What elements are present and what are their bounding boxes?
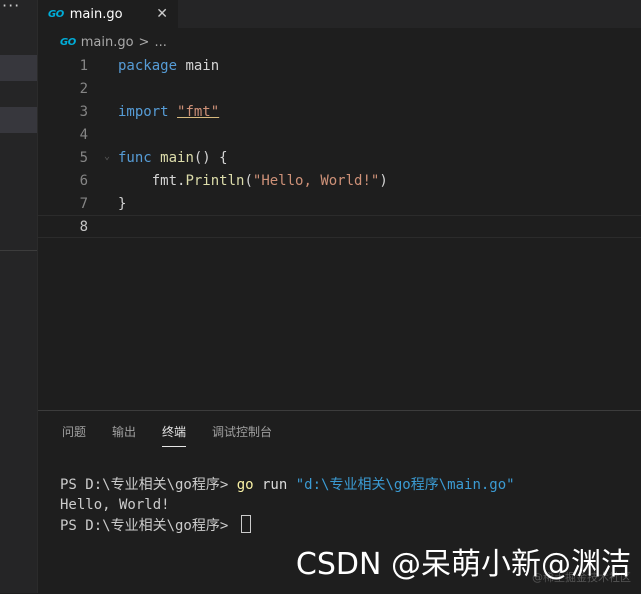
terminal-path: "d:\专业相关\go程序\main.go" xyxy=(295,477,515,493)
code-line[interactable]: 8 xyxy=(38,215,641,238)
code-text: import "fmt" xyxy=(118,104,219,120)
code-line[interactable]: 4 xyxy=(38,123,641,146)
sidebar-item[interactable] xyxy=(0,55,37,81)
code-line[interactable]: 6 fmt.Println("Hello, World!") xyxy=(38,169,641,192)
watermark-csdn: CSDN @呆萌小新@渊洁 xyxy=(295,547,631,582)
tab-label: main.go xyxy=(69,6,123,22)
divider xyxy=(0,250,37,251)
breadcrumb-ellipsis[interactable]: ... xyxy=(154,35,166,50)
line-number: 4 xyxy=(79,126,88,143)
line-number: 1 xyxy=(79,57,88,74)
terminal-output: Hello, World! xyxy=(60,497,170,513)
sidebar-item[interactable] xyxy=(0,107,37,133)
code-line[interactable]: 1 package main xyxy=(38,54,641,77)
code-token: package xyxy=(118,57,178,74)
code-token: main xyxy=(177,57,220,74)
code-token: ) xyxy=(379,172,388,189)
line-number: 2 xyxy=(79,80,88,97)
code-token: Println xyxy=(185,172,245,189)
tab-bar: GO main.go ✕ xyxy=(38,0,641,28)
close-icon[interactable]: ✕ xyxy=(156,6,168,22)
terminal-prompt: PS D:\专业相关\go程序> xyxy=(60,518,237,534)
code-line[interactable]: 3 import "fmt" xyxy=(38,100,641,123)
code-line[interactable]: 2 xyxy=(38,77,641,100)
go-icon: GO xyxy=(60,36,76,48)
terminal-line: PS D:\专业相关\go程序> go run "d:\专业相关\go程序\ma… xyxy=(60,475,515,495)
tab-main-go[interactable]: GO main.go ✕ xyxy=(38,0,178,28)
code-editor[interactable]: 1 package main 2 3 import "fmt" 4 5 func main()… xyxy=(38,54,641,410)
fold-chevron-icon[interactable]: ⌄ xyxy=(104,151,110,162)
explorer-sidebar: ··· xyxy=(0,0,38,593)
code-token: ( xyxy=(244,172,253,189)
line-number: 8 xyxy=(79,218,88,235)
code-token: func xyxy=(118,149,152,166)
go-icon: GO xyxy=(48,8,64,20)
code-text: package main xyxy=(118,58,219,74)
terminal-line: PS D:\专业相关\go程序> xyxy=(60,515,515,535)
panel-tabs: 问题 输出 终端 调试控制台 xyxy=(62,423,272,447)
code-text: fmt.Println("Hello, World!") xyxy=(118,173,388,189)
line-number: 3 xyxy=(79,103,88,120)
terminal[interactable]: PS D:\专业相关\go程序> go run "d:\专业相关\go程序\ma… xyxy=(60,475,515,535)
code-text: func main() { xyxy=(118,150,228,166)
code-token: "fmt" xyxy=(177,103,220,120)
terminal-arg: run xyxy=(253,477,296,493)
tab-output[interactable]: 输出 xyxy=(112,423,136,447)
line-number: 6 xyxy=(79,172,88,189)
terminal-command: go xyxy=(236,477,254,493)
chevron-right-icon: > xyxy=(138,34,150,50)
tab-debug-console[interactable]: 调试控制台 xyxy=(212,423,272,447)
terminal-cursor xyxy=(240,515,251,533)
code-token: () { xyxy=(193,149,228,166)
line-number: 7 xyxy=(79,195,88,212)
code-line[interactable]: 7} xyxy=(38,192,641,215)
tab-terminal[interactable]: 终端 xyxy=(162,423,187,447)
code-token: main xyxy=(160,149,194,166)
breadcrumb: GO main.go > ... xyxy=(60,32,167,52)
more-actions-icon[interactable]: ··· xyxy=(2,0,20,15)
breadcrumb-file[interactable]: main.go xyxy=(81,35,134,50)
code-line[interactable]: 5 func main() {⌄ xyxy=(38,146,641,169)
tab-problems[interactable]: 问题 xyxy=(62,423,86,447)
code-text: } xyxy=(118,196,126,212)
code-token: fmt. xyxy=(118,172,186,189)
code-token: "Hello, World!" xyxy=(252,172,380,189)
code-token: import xyxy=(118,103,169,120)
terminal-prompt: PS D:\专业相关\go程序> xyxy=(60,477,237,493)
code-token: } xyxy=(118,195,127,212)
